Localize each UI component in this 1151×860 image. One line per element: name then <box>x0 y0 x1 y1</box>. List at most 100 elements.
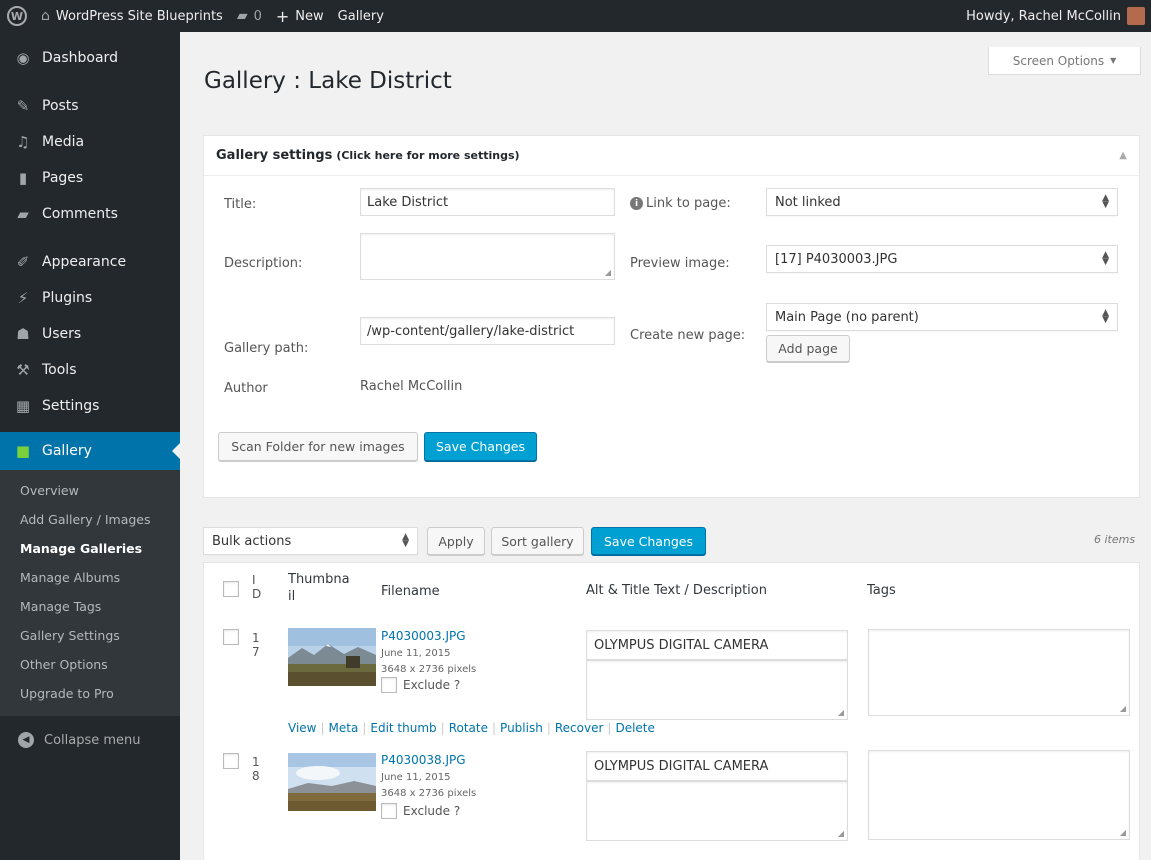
submenu-other-options[interactable]: Other Options <box>0 650 180 679</box>
row-checkbox[interactable] <box>223 629 239 645</box>
description-label: Description: <box>224 256 303 271</box>
pages-icon: ▮ <box>18 169 28 187</box>
brush-icon: ✐ <box>16 253 30 271</box>
description-textarea[interactable]: ◢ <box>586 660 848 720</box>
image-date: June 11, 2015 <box>381 772 451 783</box>
thumbnail-image[interactable] <box>288 753 376 811</box>
scan-folder-button[interactable]: Scan Folder for new images <box>218 432 418 461</box>
toolbar-save-changes-button[interactable]: Save Changes <box>591 527 706 555</box>
collapse-menu-label: Collapse menu <box>44 732 141 748</box>
site-name: WordPress Site Blueprints <box>55 8 223 24</box>
sidebar-item-dashboard[interactable]: ◉ Dashboard <box>0 40 180 76</box>
tags-textarea[interactable]: ◢ <box>868 750 1130 840</box>
info-icon[interactable]: i <box>630 197 643 210</box>
new-content-menu[interactable]: + New <box>269 0 331 32</box>
sidebar-item-pages[interactable]: ▮ Pages <box>0 160 180 196</box>
collapse-menu-button[interactable]: ◀ Collapse menu <box>0 722 180 758</box>
exclude-checkbox[interactable] <box>381 803 397 819</box>
items-count: 6 items <box>1094 533 1136 546</box>
gallery-path-input[interactable]: /wp-content/gallery/lake-district <box>360 317 615 345</box>
chevron-down-icon: ▼ <box>1110 56 1117 65</box>
alt-text-input[interactable]: OLYMPUS DIGITAL CAMERA <box>586 630 848 660</box>
select-arrows-icon: ▲ ▼ <box>1102 308 1109 325</box>
add-page-button[interactable]: Add page <box>766 335 850 362</box>
tags-textarea[interactable]: ◢ <box>868 629 1130 716</box>
action-publish[interactable]: Publish <box>500 721 543 735</box>
create-page-select[interactable]: Main Page (no parent) ▲ ▼ <box>766 303 1118 331</box>
pin-icon: ✎ <box>16 97 30 115</box>
action-edit-thumb[interactable]: Edit thumb <box>370 721 436 735</box>
gallery-path-label: Gallery path: <box>224 341 309 356</box>
column-header-alt-text[interactable]: Alt & Title Text / Description <box>586 583 767 598</box>
site-name-link[interactable]: ⌂ WordPress Site Blueprints <box>34 0 230 32</box>
plugin-icon: ⚡ <box>17 289 29 307</box>
submenu-manage-tags[interactable]: Manage Tags <box>0 592 180 621</box>
bulk-actions-select[interactable]: Bulk actions ▲ ▼ <box>203 527 418 555</box>
thumbnail-image[interactable] <box>288 628 376 686</box>
link-to-page-select[interactable]: Not linked ▲ ▼ <box>766 188 1118 216</box>
comments-count: 0 <box>253 8 262 24</box>
author-value: Rachel McCollin <box>360 379 463 394</box>
create-page-value: Main Page (no parent) <box>775 309 919 325</box>
sort-gallery-button[interactable]: Sort gallery <box>491 527 584 555</box>
gallery-settings-header[interactable]: Gallery settings (Click here for more se… <box>204 136 1139 176</box>
submenu-manage-galleries[interactable]: Manage Galleries <box>0 534 180 563</box>
submenu-add-gallery[interactable]: Add Gallery / Images <box>0 505 180 534</box>
bulk-actions-value: Bulk actions <box>212 533 292 549</box>
submenu-manage-albums[interactable]: Manage Albums <box>0 563 180 592</box>
gallery-admin-link[interactable]: Gallery <box>331 0 391 32</box>
account-menu[interactable]: Howdy, Rachel McCollin <box>959 0 1151 32</box>
save-changes-button[interactable]: Save Changes <box>424 432 537 461</box>
resize-handle-icon: ◢ <box>837 708 844 717</box>
link-label-text: Link to page: <box>646 196 731 211</box>
apply-button[interactable]: Apply <box>427 527 485 555</box>
sidebar-item-comments[interactable]: ▰ Comments <box>0 196 180 232</box>
sidebar-item-users[interactable]: ☗ Users <box>0 316 180 352</box>
resize-handle-icon: ◢ <box>604 268 611 277</box>
column-header-filename[interactable]: Filename <box>381 584 440 599</box>
column-header-id[interactable]: ID <box>252 573 264 601</box>
sidebar-item-settings[interactable]: ▦ Settings <box>0 388 180 424</box>
sidebar-item-gallery[interactable]: ■ Gallery <box>0 432 180 470</box>
exclude-option[interactable]: Exclude ? <box>381 677 460 693</box>
sidebar-item-plugins[interactable]: ⚡ Plugins <box>0 280 180 316</box>
sidebar-item-posts[interactable]: ✎ Posts <box>0 88 180 124</box>
select-all-checkbox[interactable] <box>223 581 239 597</box>
description-textarea[interactable]: ◢ <box>586 781 848 841</box>
comments-link[interactable]: ▰ 0 <box>230 0 269 32</box>
preview-image-select[interactable]: [17] P4030003.JPG ▲ ▼ <box>766 245 1118 273</box>
exclude-option[interactable]: Exclude ? <box>381 803 460 819</box>
sidebar-item-media[interactable]: ♫ Media <box>0 124 180 160</box>
submenu-overview[interactable]: Overview <box>0 476 180 505</box>
sidebar-item-label: Posts <box>42 98 79 114</box>
filename-link[interactable]: P4030003.JPG <box>381 629 466 643</box>
gallery-settings-box: Gallery settings (Click here for more se… <box>203 135 1140 498</box>
row-checkbox[interactable] <box>223 753 239 769</box>
alt-text-input[interactable]: OLYMPUS DIGITAL CAMERA <box>586 751 848 781</box>
action-meta[interactable]: Meta <box>329 721 359 735</box>
screen-options-toggle[interactable]: Screen Options ▼ <box>988 47 1141 75</box>
title-input[interactable]: Lake District <box>360 188 615 216</box>
gallery-label: Gallery <box>337 8 384 24</box>
action-rotate[interactable]: Rotate <box>449 721 488 735</box>
sidebar-item-label: Appearance <box>42 254 127 270</box>
sidebar-item-label: Tools <box>42 362 77 378</box>
description-textarea[interactable]: ◢ <box>360 233 615 280</box>
settings-icon: ▦ <box>15 397 31 415</box>
sidebar-item-appearance[interactable]: ✐ Appearance <box>0 244 180 280</box>
submenu-upgrade-pro[interactable]: Upgrade to Pro <box>0 679 180 708</box>
collapse-box-icon[interactable]: ▲ <box>1119 150 1127 161</box>
action-delete[interactable]: Delete <box>615 721 654 735</box>
action-recover[interactable]: Recover <box>555 721 604 735</box>
gallery-submenu: Overview Add Gallery / Images Manage Gal… <box>0 470 180 716</box>
filename-link[interactable]: P4030038.JPG <box>381 753 466 767</box>
submenu-gallery-settings[interactable]: Gallery Settings <box>0 621 180 650</box>
sidebar-item-tools[interactable]: ⚒ Tools <box>0 352 180 388</box>
wordpress-logo-menu[interactable]: W <box>0 0 34 32</box>
sidebar-item-label: Comments <box>42 206 118 222</box>
page-title: Gallery : Lake District <box>204 68 452 94</box>
action-view[interactable]: View <box>288 721 316 735</box>
resize-handle-icon: ◢ <box>1119 704 1126 713</box>
column-header-thumbnail: Thumbnail <box>288 572 350 604</box>
exclude-checkbox[interactable] <box>381 677 397 693</box>
